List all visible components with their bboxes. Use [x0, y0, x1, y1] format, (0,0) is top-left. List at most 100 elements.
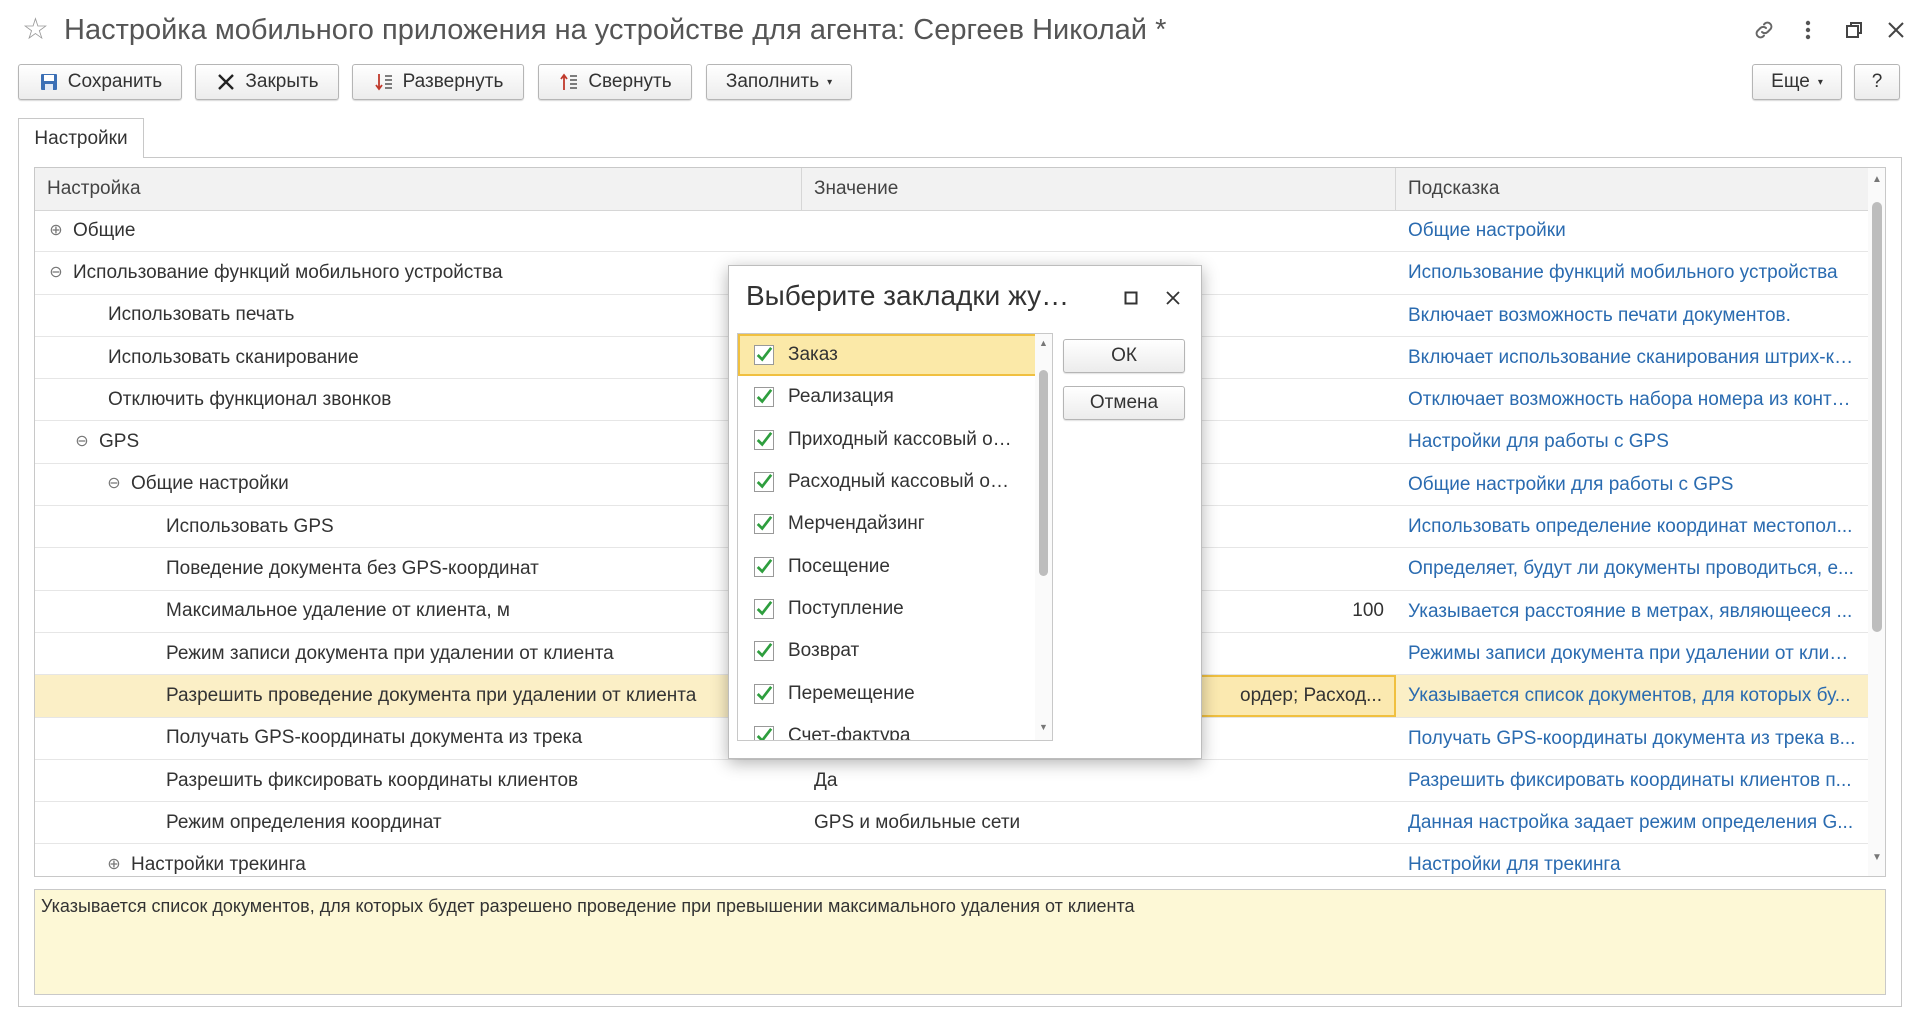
column-header-value[interactable]: Значение [802, 168, 1396, 210]
checkbox-checked[interactable] [754, 472, 774, 493]
setting-hint-link[interactable]: Указывается список документов, для котор… [1396, 675, 1868, 716]
setting-name: Использование функций мобильного устройс… [73, 261, 503, 283]
checkbox-checked[interactable] [754, 387, 774, 408]
cancel-button[interactable]: Отмена [1063, 386, 1185, 420]
setting-hint-link[interactable]: Режимы записи документа при удалении от … [1396, 633, 1868, 674]
link-icon[interactable] [1748, 14, 1780, 46]
table-row[interactable]: ⊕ Общие Общие настройки [35, 210, 1868, 253]
column-header-setting[interactable]: Настройка [35, 168, 802, 210]
table-row[interactable]: ⊕ Настройки трекинга Настройки для трекин… [35, 844, 1868, 876]
checklist-item[interactable]: Реализация [738, 376, 1052, 418]
help-label: ? [1871, 71, 1883, 92]
close-label: Закрыть [245, 71, 319, 92]
fill-dropdown-button[interactable]: Заполнить ▾ [706, 64, 852, 100]
checkbox-checked[interactable] [754, 345, 774, 366]
checklist-item[interactable]: Перемещение [738, 672, 1052, 714]
setting-value[interactable]: GPS и мобильные сети [802, 802, 1396, 843]
setting-name: Режим записи документа при удалении от к… [166, 642, 614, 664]
save-button[interactable]: Сохранить [18, 64, 182, 100]
checklist-item[interactable]: Мерчендайзинг [738, 503, 1052, 545]
table-scrollbar[interactable]: ▲ ▼ [1868, 168, 1885, 876]
ok-button[interactable]: ОК [1063, 339, 1185, 373]
collapse-minus-icon[interactable]: ⊖ [107, 476, 121, 492]
column-header-hint[interactable]: Подсказка [1396, 168, 1868, 210]
setting-name: Использовать GPS [166, 515, 334, 537]
checklist-item[interactable]: Счет-фактура [738, 715, 1052, 740]
favorite-star-icon[interactable]: ☆ [22, 12, 49, 48]
setting-hint-link[interactable]: Общие настройки [1396, 210, 1868, 251]
checkbox-checked[interactable] [754, 641, 774, 662]
setting-hint-link[interactable]: Разрешить фиксировать координаты клиенто… [1396, 760, 1868, 801]
setting-name: Режим определения координат [166, 811, 442, 833]
checkbox-checked[interactable] [754, 725, 774, 740]
tab-settings[interactable]: Настройки [18, 118, 144, 158]
collapse-minus-icon[interactable]: ⊖ [75, 434, 89, 450]
setting-hint-link[interactable]: Получать GPS-координаты документа из тре… [1396, 718, 1868, 759]
collapse-button[interactable]: Свернуть [538, 64, 692, 100]
setting-name: Максимальное удаление от клиента, м [166, 600, 510, 622]
setting-hint-link[interactable]: Настройки для трекинга [1396, 844, 1868, 876]
setting-hint-link[interactable]: Настройки для работы с GPS [1396, 421, 1868, 462]
checklist-label: Реализация [788, 386, 894, 408]
setting-hint-link[interactable]: Данная настройка задает режим определени… [1396, 802, 1868, 843]
checklist-label: Расходный кассовый о… [788, 471, 1009, 493]
checklist-item[interactable]: Расходный кассовый о… [738, 461, 1052, 503]
setting-hint-link[interactable]: Включает возможность печати документов. [1396, 295, 1868, 336]
setting-hint-link[interactable]: Определяет, будут ли документы проводить… [1396, 548, 1868, 589]
scroll-down-arrow-icon[interactable]: ▼ [1872, 852, 1882, 863]
checklist-item[interactable]: Посещение [738, 545, 1052, 587]
tabs-checklist: Заказ Реализация Приходный кассовый о… Р… [737, 333, 1053, 741]
scroll-down-arrow-icon[interactable]: ▼ [1039, 722, 1048, 732]
setting-name: Разрешить проведение документа при удале… [166, 684, 697, 706]
setting-hint-link[interactable]: Включает использование сканирования штри… [1396, 337, 1868, 378]
restore-window-icon[interactable] [1838, 14, 1870, 46]
expand-plus-icon[interactable]: ⊕ [107, 857, 121, 873]
maximize-icon[interactable] [1117, 284, 1145, 312]
checkbox-checked[interactable] [754, 683, 774, 704]
table-row[interactable]: Разрешить фиксировать координаты клиенто… [35, 760, 1868, 803]
table-header: Настройка Значение Подсказка [35, 168, 1868, 211]
checklist-item[interactable]: Заказ [738, 334, 1052, 377]
checklist-label: Посещение [788, 555, 890, 577]
checkbox-checked[interactable] [754, 598, 774, 619]
save-icon [38, 71, 60, 93]
expand-button[interactable]: Развернуть [352, 64, 524, 100]
setting-name: Отключить функционал звонков [108, 388, 392, 410]
more-dropdown-button[interactable]: Еще ▾ [1752, 64, 1842, 100]
checklist-label: Возврат [788, 640, 860, 662]
scrollbar-thumb[interactable] [1039, 370, 1048, 576]
setting-name: Получать GPS-координаты документа из тре… [166, 727, 583, 749]
checklist-item[interactable]: Поступление [738, 588, 1052, 630]
scrollbar-thumb[interactable] [1872, 202, 1882, 632]
checkbox-checked[interactable] [754, 514, 774, 535]
checkbox-checked[interactable] [754, 429, 774, 450]
setting-hint-link[interactable]: Указывается расстояние в метрах, являюще… [1396, 591, 1868, 632]
setting-hint-link[interactable]: Использование функций мобильного устройс… [1396, 252, 1868, 293]
checklist-scrollbar[interactable]: ▲ ▼ [1035, 334, 1052, 740]
scroll-up-arrow-icon[interactable]: ▲ [1872, 174, 1882, 185]
setting-hint-link[interactable]: Отключает возможность набора номера из к… [1396, 379, 1868, 420]
close-window-icon[interactable] [1880, 14, 1912, 46]
setting-hint-link[interactable]: Общие настройки для работы с GPS [1396, 464, 1868, 505]
setting-value[interactable] [802, 844, 1396, 876]
setting-name: Настройки трекинга [131, 854, 306, 876]
setting-value[interactable] [802, 210, 1396, 251]
expand-plus-icon[interactable]: ⊕ [49, 222, 63, 238]
table-row[interactable]: Режим определения координат GPS и мобиль… [35, 802, 1868, 845]
checklist-label: Перемещение [788, 682, 915, 704]
scroll-up-arrow-icon[interactable]: ▲ [1039, 338, 1048, 348]
setting-value[interactable]: Да [802, 760, 1396, 801]
checklist-item[interactable]: Возврат [738, 630, 1052, 672]
checklist-label: Заказ [788, 344, 838, 366]
help-button[interactable]: ? [1854, 64, 1900, 100]
more-vertical-icon[interactable] [1792, 14, 1824, 46]
setting-hint-link[interactable]: Использовать определение координат место… [1396, 506, 1868, 547]
close-button[interactable]: Закрыть [195, 64, 339, 100]
fill-label: Заполнить [725, 71, 820, 92]
window-title: Настройка мобильного приложения на устро… [64, 14, 1167, 46]
checklist-item[interactable]: Приходный кассовый о… [738, 419, 1052, 461]
dialog-title: Выберите закладки жу… [746, 280, 1070, 311]
collapse-minus-icon[interactable]: ⊖ [49, 264, 63, 280]
checkbox-checked[interactable] [754, 556, 774, 577]
dialog-close-icon[interactable] [1159, 284, 1187, 312]
